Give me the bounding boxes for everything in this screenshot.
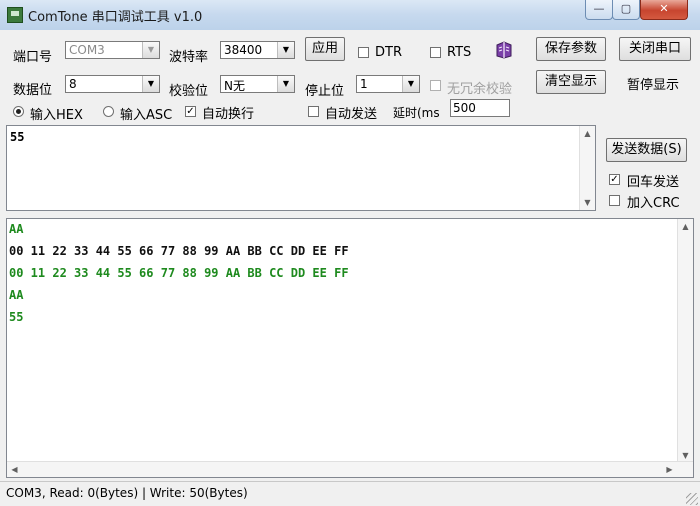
baud-value: 38400 xyxy=(224,43,263,57)
delay-label: 延时(ms xyxy=(393,106,440,120)
chevron-down-icon: ▼ xyxy=(277,42,294,58)
chevron-down-icon: ▼ xyxy=(142,42,159,58)
parity-label: 校验位 xyxy=(169,84,209,99)
send-data-button[interactable]: 发送数据(S) xyxy=(606,138,687,162)
cr-send-label: 回车发送 xyxy=(627,175,680,190)
close-button[interactable]: ✕ xyxy=(640,0,688,20)
auto-newline-checkbox[interactable]: ✓ xyxy=(185,106,196,117)
rts-label: RTS xyxy=(447,45,472,60)
dtr-label: DTR xyxy=(375,45,402,60)
scroll-down-icon[interactable]: ▼ xyxy=(580,195,595,210)
receive-textarea[interactable]: AA 00 11 22 33 44 55 66 77 88 99 AA BB C… xyxy=(6,218,694,478)
cr-send-checkbox[interactable]: ✓ xyxy=(609,174,620,185)
port-label: 端口号 xyxy=(13,50,53,65)
stop-bits-select[interactable]: 1 ▼ xyxy=(356,75,420,93)
receive-line: AA xyxy=(9,288,24,302)
add-crc-checkbox[interactable] xyxy=(609,195,620,206)
book-icon[interactable] xyxy=(494,41,514,59)
receive-vertical-scrollbar[interactable]: ▲ ▼ xyxy=(677,219,693,463)
input-hex-radio[interactable] xyxy=(13,106,24,117)
pause-display-button[interactable]: 暂停显示 xyxy=(627,74,679,93)
send-scrollbar[interactable]: ▲ ▼ xyxy=(579,126,595,210)
stop-bits-label: 停止位 xyxy=(305,84,345,99)
chevron-down-icon: ▼ xyxy=(277,76,294,92)
minimize-button[interactable]: — xyxy=(585,0,613,20)
dtr-checkbox[interactable] xyxy=(358,47,369,58)
receive-line: 00 11 22 33 44 55 66 77 88 99 AA BB CC D… xyxy=(9,244,349,258)
receive-horizontal-scrollbar[interactable]: ◀ ▶ xyxy=(7,461,693,477)
scroll-right-icon[interactable]: ▶ xyxy=(662,462,677,477)
app-icon xyxy=(7,7,23,23)
data-bits-value: 8 xyxy=(69,77,77,91)
delay-input[interactable]: 500 xyxy=(450,99,510,117)
input-hex-label: 输入HEX xyxy=(30,108,83,123)
close-port-button[interactable]: 关闭串口 xyxy=(619,37,691,61)
redundancy-label: 无冗余校验 xyxy=(447,82,513,97)
redundancy-checkbox[interactable] xyxy=(430,80,441,91)
resize-grip-icon[interactable] xyxy=(686,493,698,505)
stop-bits-value: 1 xyxy=(360,77,368,91)
clear-display-button[interactable]: 清空显示 xyxy=(536,70,606,94)
app-window: ComTone 串口调试工具 v1.0 — ▢ ✕ 端口号 COM3 ▼ 波特率… xyxy=(0,0,700,506)
window-title: ComTone 串口调试工具 v1.0 xyxy=(28,10,203,25)
status-bar: COM3, Read: 0(Bytes) | Write: 50(Bytes) xyxy=(0,481,700,506)
receive-line: 00 11 22 33 44 55 66 77 88 99 AA BB CC D… xyxy=(9,266,349,280)
receive-line: AA xyxy=(9,222,24,236)
baud-select[interactable]: 38400 ▼ xyxy=(220,41,295,59)
rts-checkbox[interactable] xyxy=(430,47,441,58)
add-crc-label: 加入CRC xyxy=(627,196,680,211)
receive-line: 55 xyxy=(9,310,24,324)
parity-select[interactable]: N无 ▼ xyxy=(220,75,295,93)
send-text: 55 xyxy=(10,130,25,144)
apply-button[interactable]: 应用 xyxy=(305,37,345,61)
port-select[interactable]: COM3 ▼ xyxy=(65,41,160,59)
baud-label: 波特率 xyxy=(169,50,209,65)
parity-value: N无 xyxy=(224,79,245,93)
save-params-button[interactable]: 保存参数 xyxy=(536,37,606,61)
scroll-up-icon[interactable]: ▲ xyxy=(580,126,595,141)
status-text: COM3, Read: 0(Bytes) | Write: 50(Bytes) xyxy=(6,486,248,500)
input-asc-label: 输入ASC xyxy=(120,108,173,123)
chevron-down-icon: ▼ xyxy=(402,76,419,92)
port-value: COM3 xyxy=(69,43,105,57)
chevron-down-icon: ▼ xyxy=(142,76,159,92)
scroll-left-icon[interactable]: ◀ xyxy=(7,462,22,477)
scroll-up-icon[interactable]: ▲ xyxy=(678,219,693,234)
auto-send-checkbox[interactable] xyxy=(308,106,319,117)
data-bits-select[interactable]: 8 ▼ xyxy=(65,75,160,93)
auto-send-label: 自动发送 xyxy=(325,107,378,122)
send-textarea[interactable]: 55 ▲ ▼ xyxy=(6,125,596,211)
input-asc-radio[interactable] xyxy=(103,106,114,117)
title-bar[interactable]: ComTone 串口调试工具 v1.0 — ▢ ✕ xyxy=(0,0,700,30)
auto-newline-label: 自动换行 xyxy=(202,107,255,122)
data-bits-label: 数据位 xyxy=(13,83,53,98)
maximize-button[interactable]: ▢ xyxy=(612,0,640,20)
